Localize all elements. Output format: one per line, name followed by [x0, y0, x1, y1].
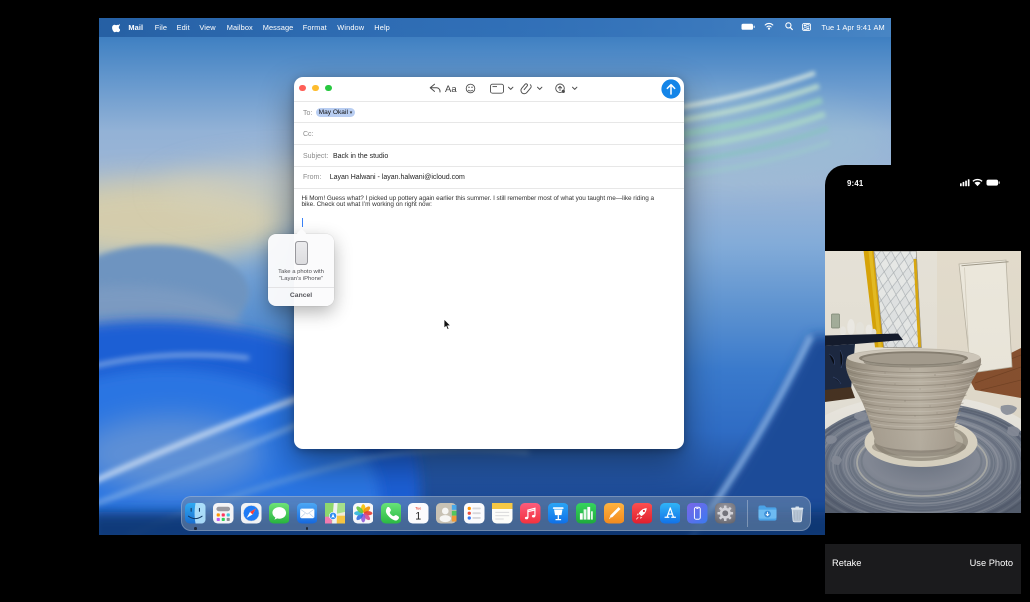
svg-text:1: 1: [416, 511, 422, 523]
svg-text:Aa: Aa: [445, 84, 457, 95]
